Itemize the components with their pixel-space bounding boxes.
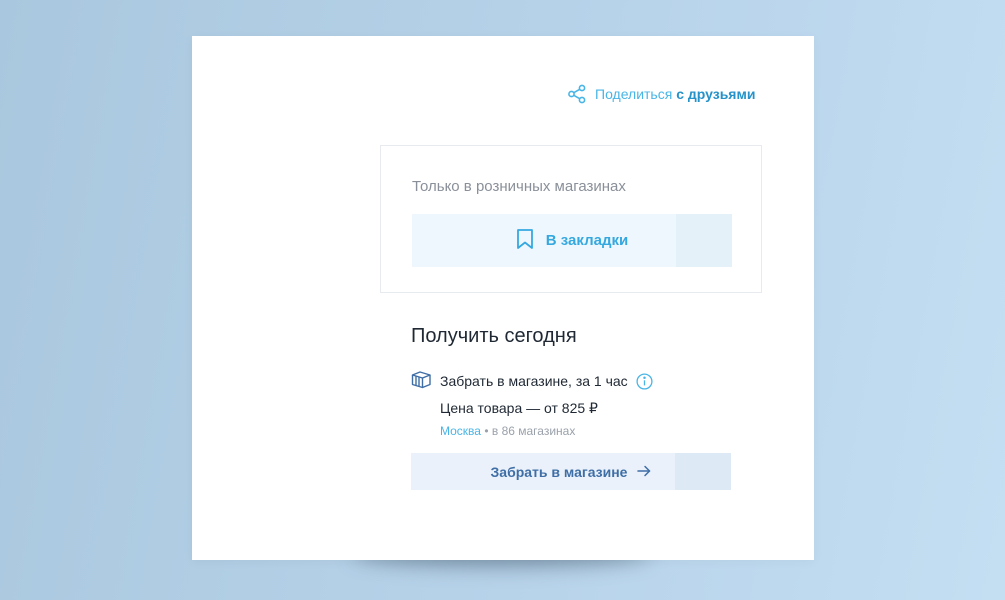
pickup-option-label: Забрать в магазине, за 1 час bbox=[440, 373, 628, 389]
share-with-friends-link[interactable]: Поделиться с друзьями bbox=[567, 84, 755, 104]
city-selector-link[interactable]: Москва bbox=[440, 424, 481, 438]
retail-only-box: Только в розничных магазинах В закладки bbox=[380, 145, 762, 293]
retail-only-label: Только в розничных магазинах bbox=[412, 178, 626, 195]
bookmark-icon bbox=[516, 228, 534, 254]
share-label: Поделиться с друзьями bbox=[595, 86, 755, 102]
product-price: Цена товара — от 825 ₽ bbox=[440, 400, 598, 416]
info-icon[interactable] bbox=[636, 372, 653, 390]
arrow-right-icon bbox=[637, 464, 651, 480]
store-availability: Москва • в 86 магазинах bbox=[440, 424, 575, 438]
product-sidebar-card: Поделиться с друзьями Только в розничных… bbox=[192, 36, 814, 560]
pickup-in-store-button[interactable]: Забрать в магазине bbox=[411, 453, 731, 490]
box-icon bbox=[411, 370, 432, 392]
get-today-heading: Получить сегодня bbox=[411, 325, 577, 347]
pickup-option: Забрать в магазине, за 1 час bbox=[411, 370, 653, 392]
share-label-accent: с друзьями bbox=[676, 86, 756, 102]
bookmark-label: В закладки bbox=[545, 232, 629, 249]
add-to-bookmarks-button[interactable]: В закладки bbox=[412, 214, 732, 267]
separator-dot: • bbox=[484, 424, 489, 438]
store-count: в 86 магазинах bbox=[491, 424, 576, 438]
pickup-button-label: Забрать в магазине bbox=[490, 463, 628, 480]
share-icon bbox=[567, 84, 587, 104]
share-label-main: Поделиться bbox=[595, 86, 673, 102]
